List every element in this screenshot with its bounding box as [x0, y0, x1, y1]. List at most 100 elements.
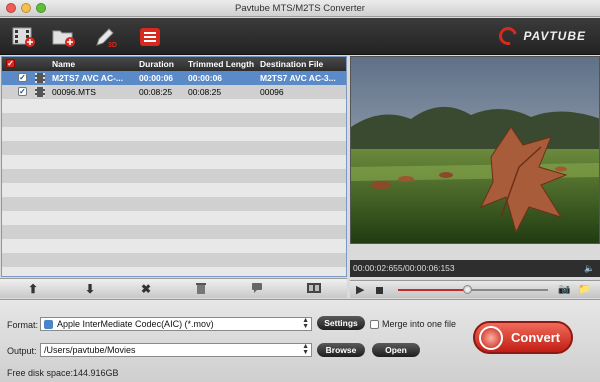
- time-display-bar: 00:00:02:655/00:00:06:153 🔈: [350, 260, 600, 277]
- stop-button[interactable]: [376, 287, 383, 294]
- output-select-arrows-icon: ▲ ▼: [302, 343, 309, 356]
- task-list-button[interactable]: [136, 23, 164, 51]
- settings-button[interactable]: Settings: [317, 316, 365, 330]
- merge-button[interactable]: [306, 282, 322, 296]
- convert-label: Convert: [511, 330, 561, 345]
- row-trimmed: 00:00:06: [188, 73, 223, 83]
- move-up-icon: ⬆: [27, 282, 39, 296]
- volume-icon[interactable]: 🔈: [584, 260, 595, 277]
- list-item: [2, 155, 346, 169]
- table-row[interactable]: ✓ M2TS7 AVC AC-... 00:00:06 00:00:06 M2T…: [2, 71, 346, 85]
- list-item: [2, 225, 346, 239]
- row-destination: M2TS7 AVC AC-3...: [260, 73, 336, 83]
- list-item: [2, 169, 346, 183]
- list-item: [2, 267, 346, 276]
- remove-button[interactable]: ✖: [139, 282, 153, 296]
- brand-logo: PAVTUBE: [496, 23, 586, 49]
- film-icon: [35, 73, 45, 83]
- convert-button[interactable]: Convert: [473, 321, 573, 354]
- output-panel: Format: Apple InterMediate Codec(AIC) (*…: [0, 299, 600, 382]
- column-duration[interactable]: Duration: [139, 59, 174, 69]
- table-row[interactable]: ✓ 00096.MTS 00:08:25 00:08:25 00096: [2, 85, 346, 99]
- free-disk-space: Free disk space:144.916GB: [7, 368, 119, 378]
- merge-icon: [307, 283, 321, 293]
- move-down-icon: ⬇: [84, 282, 96, 296]
- row-destination: 00096: [260, 87, 284, 97]
- add-video-icon: [12, 27, 35, 47]
- file-list-header: ✓ Name Duration Trimmed Length Destinati…: [2, 57, 346, 71]
- main-toolbar: 3D PAVTUBE: [0, 18, 600, 55]
- list-item: [2, 127, 346, 141]
- row-name: M2TS7 AVC AC-...: [52, 73, 123, 83]
- format-select[interactable]: Apple InterMediate Codec(AIC) (*.mov) ▲ ▼: [40, 317, 312, 331]
- list-toolbar: ⬆ ⬇ ✖: [0, 278, 347, 298]
- snapshot-icon[interactable]: 📷: [558, 284, 570, 295]
- window-controls: [6, 3, 46, 13]
- list-item: [2, 141, 346, 155]
- list-item: [2, 239, 346, 253]
- column-name[interactable]: Name: [52, 59, 75, 69]
- row-duration: 00:00:06: [139, 73, 174, 83]
- output-path-value: /Users/pavtube/Movies: [44, 345, 136, 355]
- edit-icon: 3D: [96, 28, 117, 49]
- task-list-icon: [140, 28, 160, 46]
- title-bar: Pavtube MTS/M2TS Converter: [0, 0, 600, 17]
- add-folder-icon: [52, 30, 75, 47]
- row-name: 00096.MTS: [52, 87, 96, 97]
- playback-progress-track[interactable]: [398, 285, 548, 294]
- brand-name: PAVTUBE: [523, 29, 586, 43]
- remove-icon: ✖: [140, 282, 152, 296]
- output-label: Output:: [7, 346, 37, 356]
- output-path-field[interactable]: /Users/pavtube/Movies ▲ ▼: [40, 343, 312, 357]
- list-item: [2, 113, 346, 127]
- move-down-button[interactable]: ⬇: [83, 282, 97, 296]
- comment-button[interactable]: [250, 282, 264, 296]
- file-list: ✓ Name Duration Trimmed Length Destinati…: [1, 56, 347, 277]
- minimize-window-button[interactable]: [21, 3, 31, 13]
- pavtube-logo-icon: [496, 23, 521, 49]
- merge-checkbox[interactable]: [370, 320, 379, 329]
- app-window: Pavtube MTS/M2TS Converter 3D PAVTUBE ✓ …: [0, 0, 600, 382]
- zoom-window-button[interactable]: [36, 3, 46, 13]
- format-type-icon: [44, 320, 53, 329]
- format-select-arrows-icon: ▲ ▼: [302, 317, 309, 330]
- add-folder-button[interactable]: [50, 23, 78, 51]
- merge-label: Merge into one file: [382, 319, 457, 329]
- preview-frame-image: [351, 57, 599, 243]
- list-item: [2, 183, 346, 197]
- playback-progress-knob[interactable]: [463, 285, 472, 294]
- play-button[interactable]: ▶: [356, 283, 364, 296]
- svg-text:3D: 3D: [108, 42, 117, 49]
- file-rows: ✓ M2TS7 AVC AC-... 00:00:06 00:00:06 M2T…: [2, 71, 346, 276]
- column-trimmed-length[interactable]: Trimmed Length: [188, 59, 254, 69]
- film-icon: [35, 87, 45, 97]
- row-duration: 00:08:25: [139, 87, 173, 97]
- move-up-button[interactable]: ⬆: [26, 282, 40, 296]
- open-folder-icon[interactable]: 📁: [578, 284, 590, 295]
- row-checkbox[interactable]: ✓: [18, 73, 27, 82]
- column-destination-file[interactable]: Destination File: [260, 59, 323, 69]
- clear-list-button[interactable]: [194, 282, 208, 296]
- playback-controls: ▶ 📷 📁: [350, 280, 600, 298]
- format-label: Format:: [7, 320, 39, 330]
- comment-icon: [252, 283, 262, 293]
- list-item: [2, 197, 346, 211]
- video-preview: [350, 56, 600, 244]
- window-title: Pavtube MTS/M2TS Converter: [235, 3, 365, 14]
- playback-time: 00:00:02:655/00:00:06:153: [353, 263, 455, 273]
- select-all-checkbox[interactable]: ✓: [6, 59, 15, 68]
- list-item: [2, 99, 346, 113]
- playback-progress-fill: [398, 289, 467, 291]
- row-checkbox[interactable]: ✓: [18, 87, 27, 96]
- trash-icon: [196, 283, 206, 294]
- browse-button[interactable]: Browse: [317, 343, 365, 357]
- format-select-value: Apple InterMediate Codec(AIC) (*.mov): [57, 319, 214, 329]
- add-video-button[interactable]: [10, 23, 38, 51]
- convert-icon: [479, 325, 503, 350]
- list-item: [2, 253, 346, 267]
- close-window-button[interactable]: [6, 3, 16, 13]
- list-item: [2, 211, 346, 225]
- row-trimmed: 00:08:25: [188, 87, 222, 97]
- open-button[interactable]: Open: [372, 343, 420, 357]
- edit-button[interactable]: 3D: [92, 23, 120, 51]
